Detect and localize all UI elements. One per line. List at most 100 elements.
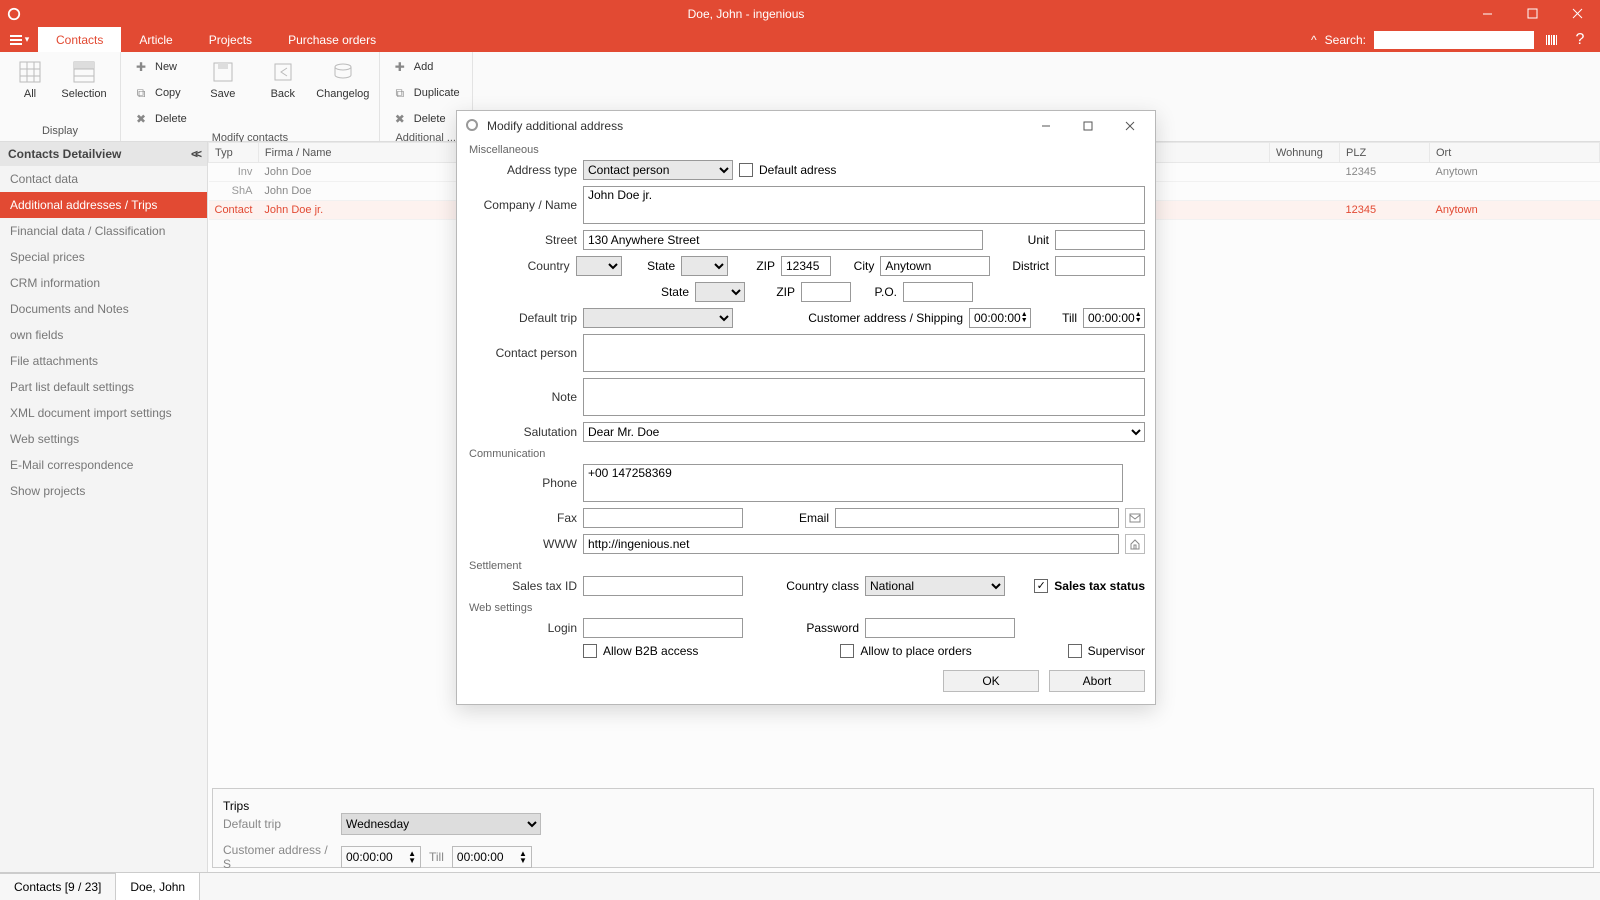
trips-ship-from[interactable]: 00:00:00▲▼ <box>341 846 421 868</box>
zip-input[interactable] <box>781 256 831 276</box>
street-input[interactable] <box>583 230 983 250</box>
barcode-icon[interactable] <box>1542 33 1562 47</box>
search-label: Search: <box>1325 33 1366 47</box>
col-typ[interactable]: Typ <box>209 143 259 163</box>
section-misc: Miscellaneous <box>469 144 1145 156</box>
app-menu-icon[interactable]: ▾ <box>0 27 38 52</box>
tab-projects[interactable]: Projects <box>191 27 270 52</box>
ribbon-copy-button[interactable]: ⧉Copy <box>129 82 191 104</box>
trips-default-select[interactable]: Wednesday <box>341 813 541 835</box>
b2b-checkbox[interactable] <box>583 644 597 658</box>
search-input[interactable] <box>1374 31 1534 49</box>
country-class-select[interactable]: National <box>865 576 1005 596</box>
salestax-status-checkbox[interactable] <box>1034 579 1048 593</box>
ribbon-additional-delete-button[interactable]: ✖Delete <box>388 108 464 130</box>
city-input[interactable] <box>880 256 990 276</box>
label-zip: ZIP <box>734 259 775 273</box>
district-input[interactable] <box>1055 256 1145 276</box>
email-action-icon[interactable] <box>1125 508 1145 528</box>
salestax-input[interactable] <box>583 576 743 596</box>
label-note: Note <box>467 390 577 404</box>
sidebar-item-email[interactable]: E-Mail correspondence <box>0 452 207 478</box>
dialog-minimize-button[interactable] <box>1029 114 1063 138</box>
sidebar-item-show-projects[interactable]: Show projects <box>0 478 207 504</box>
www-input[interactable] <box>583 534 1119 554</box>
ribbon-duplicate-button[interactable]: ⧉Duplicate <box>388 82 464 104</box>
sidebar-item-contact-data[interactable]: Contact data <box>0 166 207 192</box>
ribbon-all-button[interactable]: All <box>8 56 52 100</box>
sidebar: Contacts Detailview << Contact data Addi… <box>0 142 208 872</box>
sidebar-item-xml-import[interactable]: XML document import settings <box>0 400 207 426</box>
ship-from-input[interactable]: 00:00:00▲▼ <box>969 308 1031 328</box>
default-address-checkbox[interactable] <box>739 163 753 177</box>
note-input[interactable] <box>583 378 1145 416</box>
state2-select[interactable] <box>695 282 745 302</box>
ribbon-changelog-button[interactable]: Changelog <box>315 56 371 100</box>
login-input[interactable] <box>583 618 743 638</box>
address-type-select[interactable]: Contact person <box>583 160 733 180</box>
section-settle: Settlement <box>469 560 1145 572</box>
sidebar-item-attachments[interactable]: File attachments <box>0 348 207 374</box>
sidebar-item-financial[interactable]: Financial data / Classification <box>0 218 207 244</box>
email-input[interactable] <box>835 508 1119 528</box>
label-zip2: ZIP <box>751 285 795 299</box>
abort-button[interactable]: Abort <box>1049 670 1145 692</box>
ribbon-group-display: All Selection Display <box>0 52 121 141</box>
state-select[interactable] <box>681 256 728 276</box>
window-close-button[interactable] <box>1555 0 1600 27</box>
ship-till-input[interactable]: 00:00:00▲▼ <box>1083 308 1145 328</box>
ribbon-selection-button[interactable]: Selection <box>56 56 112 100</box>
phone-input[interactable] <box>583 464 1123 502</box>
sidebar-item-crm[interactable]: CRM information <box>0 270 207 296</box>
bottom-tab-contacts[interactable]: Contacts [9 / 23] <box>0 873 116 900</box>
sidebar-item-documents[interactable]: Documents and Notes <box>0 296 207 322</box>
ok-button[interactable]: OK <box>943 670 1039 692</box>
collapse-icon[interactable]: << <box>191 147 199 161</box>
tab-contacts[interactable]: Contacts <box>38 27 121 52</box>
trips-till-label: Till <box>429 850 444 864</box>
tab-purchase-orders[interactable]: Purchase orders <box>270 27 394 52</box>
ribbon-back-button[interactable]: Back <box>255 56 311 100</box>
bottom-tab-doe[interactable]: Doe, John <box>116 873 200 900</box>
sidebar-item-web-settings[interactable]: Web settings <box>0 426 207 452</box>
ribbon-add-button[interactable]: ✚Add <box>388 56 464 78</box>
sidebar-item-special-prices[interactable]: Special prices <box>0 244 207 270</box>
dialog-title: Modify additional address <box>487 119 1021 133</box>
po-input[interactable] <box>903 282 973 302</box>
label-email: Email <box>749 511 829 525</box>
label-password: Password <box>749 621 859 635</box>
label-country: Country <box>467 259 570 273</box>
fax-input[interactable] <box>583 508 743 528</box>
dialog-close-button[interactable] <box>1113 114 1147 138</box>
dialog-maximize-button[interactable] <box>1071 114 1105 138</box>
menubar-chevron-icon[interactable]: ^ <box>1311 33 1317 47</box>
company-input[interactable] <box>583 186 1145 224</box>
sidebar-item-partlist[interactable]: Part list default settings <box>0 374 207 400</box>
supervisor-checkbox[interactable] <box>1068 644 1082 658</box>
www-open-icon[interactable] <box>1125 534 1145 554</box>
default-address-label: Default adress <box>759 163 836 177</box>
orders-checkbox[interactable] <box>840 644 854 658</box>
col-wohnung[interactable]: Wohnung <box>1270 143 1340 163</box>
window-maximize-button[interactable] <box>1510 0 1555 27</box>
ribbon-new-button[interactable]: ✚New <box>129 56 191 78</box>
col-plz[interactable]: PLZ <box>1340 143 1430 163</box>
default-trip-select[interactable] <box>583 308 733 328</box>
zip2-input[interactable] <box>801 282 851 302</box>
password-input[interactable] <box>865 618 1015 638</box>
col-ort[interactable]: Ort <box>1430 143 1600 163</box>
tab-article[interactable]: Article <box>121 27 190 52</box>
ribbon-delete-button[interactable]: ✖Delete <box>129 108 191 130</box>
help-icon[interactable]: ? <box>1570 31 1590 49</box>
dialog-logo-icon <box>465 118 479 135</box>
salutation-select[interactable]: Dear Mr. Doe <box>583 422 1145 442</box>
window-minimize-button[interactable] <box>1465 0 1510 27</box>
unit-input[interactable] <box>1055 230 1145 250</box>
contact-person-input[interactable] <box>583 334 1145 372</box>
sidebar-item-additional-addresses[interactable]: Additional addresses / Trips <box>0 192 207 218</box>
trips-ship-till[interactable]: 00:00:00▲▼ <box>452 846 532 868</box>
sidebar-item-own-fields[interactable]: own fields <box>0 322 207 348</box>
label-contact-person: Contact person <box>467 346 577 360</box>
ribbon-save-button[interactable]: Save <box>195 56 251 100</box>
country-select[interactable] <box>576 256 623 276</box>
